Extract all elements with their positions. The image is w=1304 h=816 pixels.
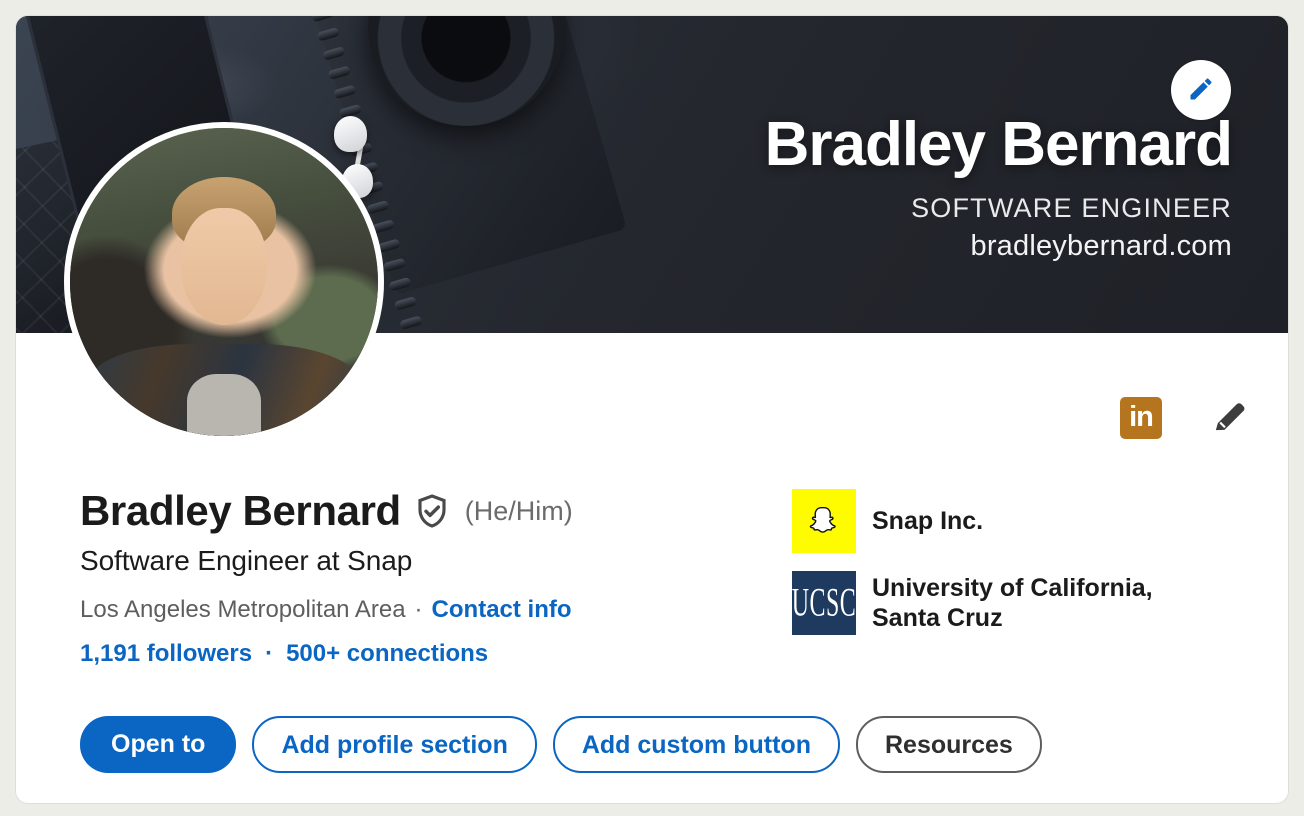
profile-identity: Bradley Bernard (He/Him) Software Engine…: [80, 487, 720, 668]
pencil-icon: [1187, 75, 1215, 106]
add-profile-section-button[interactable]: Add profile section: [252, 716, 537, 773]
open-to-button[interactable]: Open to: [80, 716, 237, 773]
connections-link[interactable]: 500+ connections: [286, 640, 488, 668]
premium-badge-label: in: [1129, 401, 1154, 433]
profile-action-buttons: Open to Add profile section Add custom b…: [80, 716, 1042, 773]
banner-name: Bradley Bernard: [764, 110, 1233, 179]
profile-affiliations: Snap Inc. UCSC University of California,…: [792, 489, 1202, 635]
profile-body: in Bradley Bernard (He/Him) Software Eng…: [16, 333, 1288, 803]
pencil-icon: [1210, 396, 1250, 439]
profile-headline: Software Engineer at Snap: [80, 545, 413, 577]
affiliation-company[interactable]: Snap Inc.: [792, 489, 1202, 553]
contact-info-link[interactable]: Contact info: [432, 596, 572, 624]
school-name: University of California, Santa Cruz: [872, 573, 1153, 633]
location-separator: ·: [414, 596, 423, 624]
banner-website: bradleybernard.com: [970, 230, 1232, 263]
name-row: Bradley Bernard (He/Him): [80, 487, 720, 534]
avatar-face: [180, 208, 268, 326]
location-row: Los Angeles Metropolitan Area · Contact …: [80, 596, 720, 624]
profile-top-actions: in: [1120, 396, 1250, 439]
followers-link[interactable]: 1,191 followers: [80, 640, 252, 668]
profile-card: Bradley Bernard SOFTWARE ENGINEER bradle…: [16, 16, 1288, 803]
linkedin-premium-badge-icon[interactable]: in: [1120, 396, 1162, 439]
banner-role: SOFTWARE ENGINEER: [911, 193, 1232, 224]
banner-text-block: Bradley Bernard SOFTWARE ENGINEER bradle…: [764, 110, 1233, 263]
ucsc-logo-text: UCSC: [792, 579, 856, 625]
location-text: Los Angeles Metropolitan Area: [80, 596, 406, 624]
verified-shield-icon[interactable]: [414, 493, 450, 529]
company-name: Snap Inc.: [872, 506, 984, 535]
edit-banner-button[interactable]: [1171, 60, 1231, 120]
stats-row: 1,191 followers · 500+ connections: [80, 640, 720, 668]
edit-profile-button[interactable]: [1210, 396, 1250, 439]
stats-separator: ·: [265, 640, 274, 668]
pronouns: (He/Him): [464, 495, 573, 526]
ucsc-logo-icon: UCSC: [792, 571, 856, 635]
add-custom-button-button[interactable]: Add custom button: [552, 716, 840, 773]
affiliation-school[interactable]: UCSC University of California, Santa Cru…: [792, 571, 1202, 635]
page-title: Bradley Bernard: [80, 487, 401, 534]
resources-button[interactable]: Resources: [855, 716, 1042, 773]
snapchat-ghost-icon: [792, 489, 856, 553]
